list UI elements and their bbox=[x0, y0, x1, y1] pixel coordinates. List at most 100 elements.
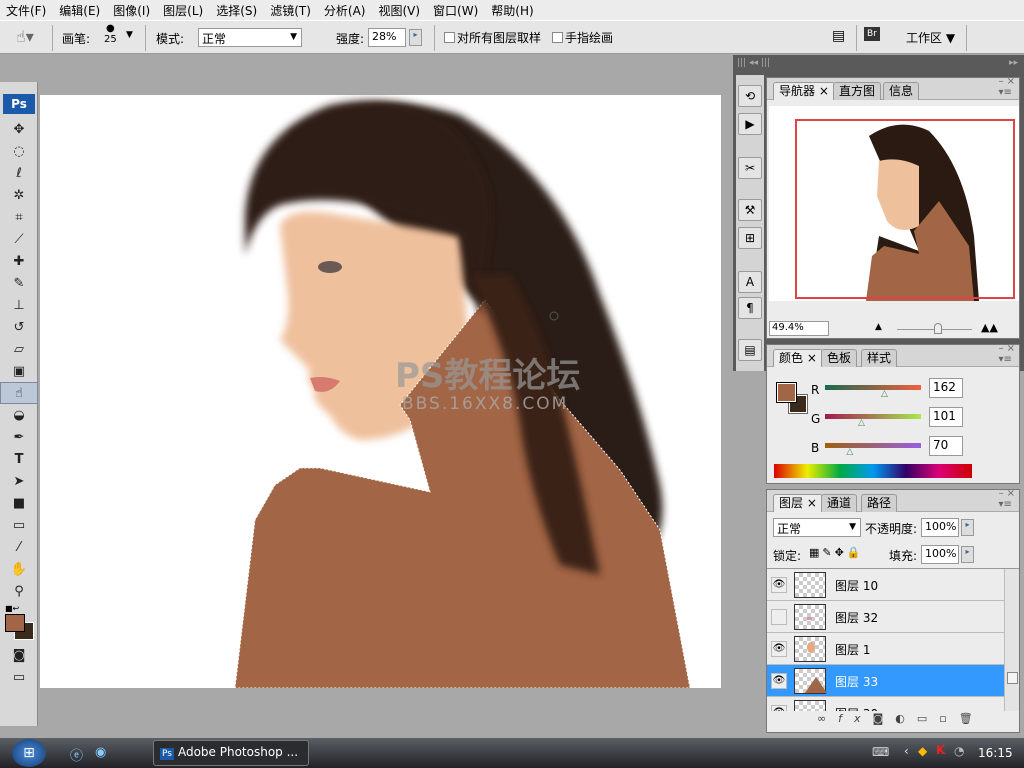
channel-input-b[interactable]: 70 bbox=[929, 436, 963, 456]
layer-comps-icon[interactable]: ▤ bbox=[738, 339, 762, 361]
history-icon[interactable]: ⟲ bbox=[738, 85, 762, 107]
menu-analysis[interactable]: 分析(A) bbox=[324, 2, 366, 19]
tab-swatches[interactable]: 色板 bbox=[821, 349, 858, 367]
color-ramp[interactable] bbox=[774, 464, 972, 478]
path-selection-tool-icon[interactable]: ➤ bbox=[0, 470, 38, 492]
clone-stamp-tool-icon[interactable]: ⊥ bbox=[0, 294, 38, 316]
zoom-out-icon[interactable]: ▲ bbox=[875, 322, 882, 332]
menu-select[interactable]: 选择(S) bbox=[216, 2, 257, 19]
zoom-tool-icon[interactable]: ⚲ bbox=[0, 580, 38, 602]
menu-filter[interactable]: 滤镜(T) bbox=[270, 2, 311, 19]
strength-input[interactable]: 28% bbox=[368, 28, 406, 47]
channel-slider-thumb[interactable]: △ bbox=[846, 447, 853, 457]
default-colors-icon[interactable]: ■↩ bbox=[5, 604, 19, 613]
add-mask-icon[interactable]: ◙ bbox=[873, 712, 896, 725]
shape-tool-icon[interactable]: ■ bbox=[0, 492, 38, 514]
move-tool-icon[interactable]: ✥ bbox=[0, 118, 38, 140]
layer-row[interactable]: 👁 图层 33 bbox=[767, 665, 1004, 697]
gradient-tool-icon[interactable]: ▣ bbox=[0, 360, 38, 382]
menu-layer[interactable]: 图层(L) bbox=[163, 2, 203, 19]
collapse-dock-icon[interactable]: ||| ◂◂ ||| bbox=[737, 58, 770, 68]
layer-row[interactable]: 👁 图层 1 bbox=[767, 633, 1004, 665]
zoom-input[interactable]: 49.4% bbox=[769, 321, 829, 336]
eraser-tool-icon[interactable]: ▱ bbox=[0, 338, 38, 360]
new-layer-icon[interactable]: ▫ bbox=[939, 712, 958, 725]
quicklaunch-desktop-icon[interactable]: ◉ bbox=[95, 745, 106, 760]
hand-tool-icon[interactable]: ✋ bbox=[0, 558, 38, 580]
layer-row[interactable]: 👁 图层 10 bbox=[767, 569, 1004, 601]
brush-picker[interactable]: ● 25 bbox=[104, 23, 117, 45]
navigator-preview[interactable] bbox=[769, 106, 1019, 301]
type-tool-icon[interactable]: T bbox=[0, 448, 38, 470]
visibility-toggle[interactable] bbox=[771, 609, 787, 625]
fx-icon[interactable]: fx bbox=[838, 712, 872, 725]
quicklaunch-ie-icon[interactable]: ⓔ bbox=[70, 745, 83, 764]
start-button[interactable]: ⊞ bbox=[12, 739, 46, 767]
notes-tool-icon[interactable]: ▭ bbox=[0, 514, 38, 536]
tab-styles[interactable]: 样式 bbox=[861, 349, 898, 367]
new-group-icon[interactable]: ▭ bbox=[917, 712, 939, 725]
blend-mode-select[interactable]: 正常 ▼ bbox=[773, 518, 861, 537]
fill-slider-button[interactable]: ▸ bbox=[961, 546, 974, 563]
dodge-tool-icon[interactable]: ◒ bbox=[0, 404, 38, 426]
bridge-icon[interactable]: Br bbox=[864, 27, 880, 41]
workspace-menu[interactable]: 工作区 ▼ bbox=[906, 29, 955, 46]
tab-paths[interactable]: 路径 bbox=[861, 494, 898, 512]
finger-painting-checkbox[interactable] bbox=[552, 32, 563, 43]
slice-tool-icon[interactable]: ⟋ bbox=[0, 228, 38, 250]
sample-all-layers-checkbox[interactable] bbox=[444, 32, 455, 43]
keyboard-icon[interactable]: ⌨ bbox=[872, 745, 889, 759]
menu-window[interactable]: 窗口(W) bbox=[433, 2, 478, 19]
channel-slider-thumb[interactable]: △ bbox=[858, 418, 865, 428]
expand-dock-icon[interactable]: ▸▸ bbox=[1009, 58, 1018, 68]
menu-edit[interactable]: 编辑(E) bbox=[59, 2, 100, 19]
smudge-tool-icon[interactable]: ☝ bbox=[0, 382, 38, 404]
pen-tool-icon[interactable]: ✒ bbox=[0, 426, 38, 448]
link-layers-icon[interactable]: ∞ bbox=[817, 712, 838, 725]
eye-icon[interactable]: 👁 bbox=[771, 577, 787, 593]
fill-input[interactable]: 100% bbox=[921, 545, 959, 564]
panel-menu-icon[interactable]: – × ▾≡ bbox=[998, 343, 1015, 365]
menu-image[interactable]: 图像(I) bbox=[113, 2, 150, 19]
document-canvas[interactable]: PS教程论坛 BBS.16XX8.COM bbox=[40, 95, 721, 688]
adjustment-layer-icon[interactable]: ◐ bbox=[895, 712, 917, 725]
character-icon[interactable]: A bbox=[738, 271, 762, 293]
tab-layers[interactable]: 图层 × bbox=[773, 494, 823, 512]
lock-icons[interactable]: ▦✎✥🔒 bbox=[809, 546, 864, 559]
screen-mode-icon[interactable]: ▭ bbox=[0, 666, 38, 688]
healing-brush-tool-icon[interactable]: ✚ bbox=[0, 250, 38, 272]
document-icon[interactable]: ▤ bbox=[832, 28, 845, 44]
tab-color[interactable]: 颜色 × bbox=[773, 349, 823, 367]
tool-presets-icon[interactable]: ✂ bbox=[738, 157, 762, 179]
channel-slider-r[interactable] bbox=[825, 385, 921, 390]
history-brush-tool-icon[interactable]: ↺ bbox=[0, 316, 38, 338]
zoom-in-icon[interactable]: ▲▲ bbox=[981, 321, 998, 334]
channel-slider-g[interactable] bbox=[825, 414, 921, 419]
crop-tool-icon[interactable]: ⌗ bbox=[0, 206, 38, 228]
layer-row[interactable]: 图层 32 bbox=[767, 601, 1004, 633]
opacity-slider-button[interactable]: ▸ bbox=[961, 519, 974, 536]
kaspersky-icon[interactable]: K bbox=[936, 743, 945, 757]
layer-row[interactable]: 👁 图层 30 bbox=[767, 697, 1004, 711]
lasso-tool-icon[interactable]: ℓ bbox=[0, 162, 38, 184]
channel-input-g[interactable]: 101 bbox=[929, 407, 963, 427]
panel-menu-icon[interactable]: – × ▾≡ bbox=[998, 488, 1015, 510]
tab-navigator[interactable]: 导航器 × bbox=[773, 82, 835, 100]
magic-wand-tool-icon[interactable]: ✲ bbox=[0, 184, 38, 206]
tab-channels[interactable]: 通道 bbox=[821, 494, 858, 512]
channel-slider-b[interactable] bbox=[825, 443, 921, 448]
show-hidden-icons[interactable]: ‹ bbox=[904, 744, 909, 758]
eye-icon[interactable]: 👁 bbox=[771, 705, 787, 711]
smudge-tool-preset-icon[interactable]: ☝▾ bbox=[16, 27, 34, 46]
eye-icon[interactable]: 👁 bbox=[771, 673, 787, 689]
taskbar-photoshop[interactable]: Ps Adobe Photoshop ... bbox=[153, 740, 309, 766]
paragraph-icon[interactable]: ¶ bbox=[738, 297, 762, 319]
foreground-color-swatch[interactable] bbox=[5, 614, 25, 632]
tab-info[interactable]: 信息 bbox=[883, 82, 920, 100]
layers-scrollbar[interactable] bbox=[1004, 569, 1019, 711]
scrollbar-thumb[interactable] bbox=[1007, 672, 1018, 684]
brush-tool-icon[interactable]: ✎ bbox=[0, 272, 38, 294]
zoom-slider-thumb[interactable] bbox=[934, 323, 943, 334]
panel-menu-icon[interactable]: – × ▾≡ bbox=[998, 76, 1015, 98]
brush-dropdown-icon[interactable]: ▼ bbox=[126, 30, 133, 40]
